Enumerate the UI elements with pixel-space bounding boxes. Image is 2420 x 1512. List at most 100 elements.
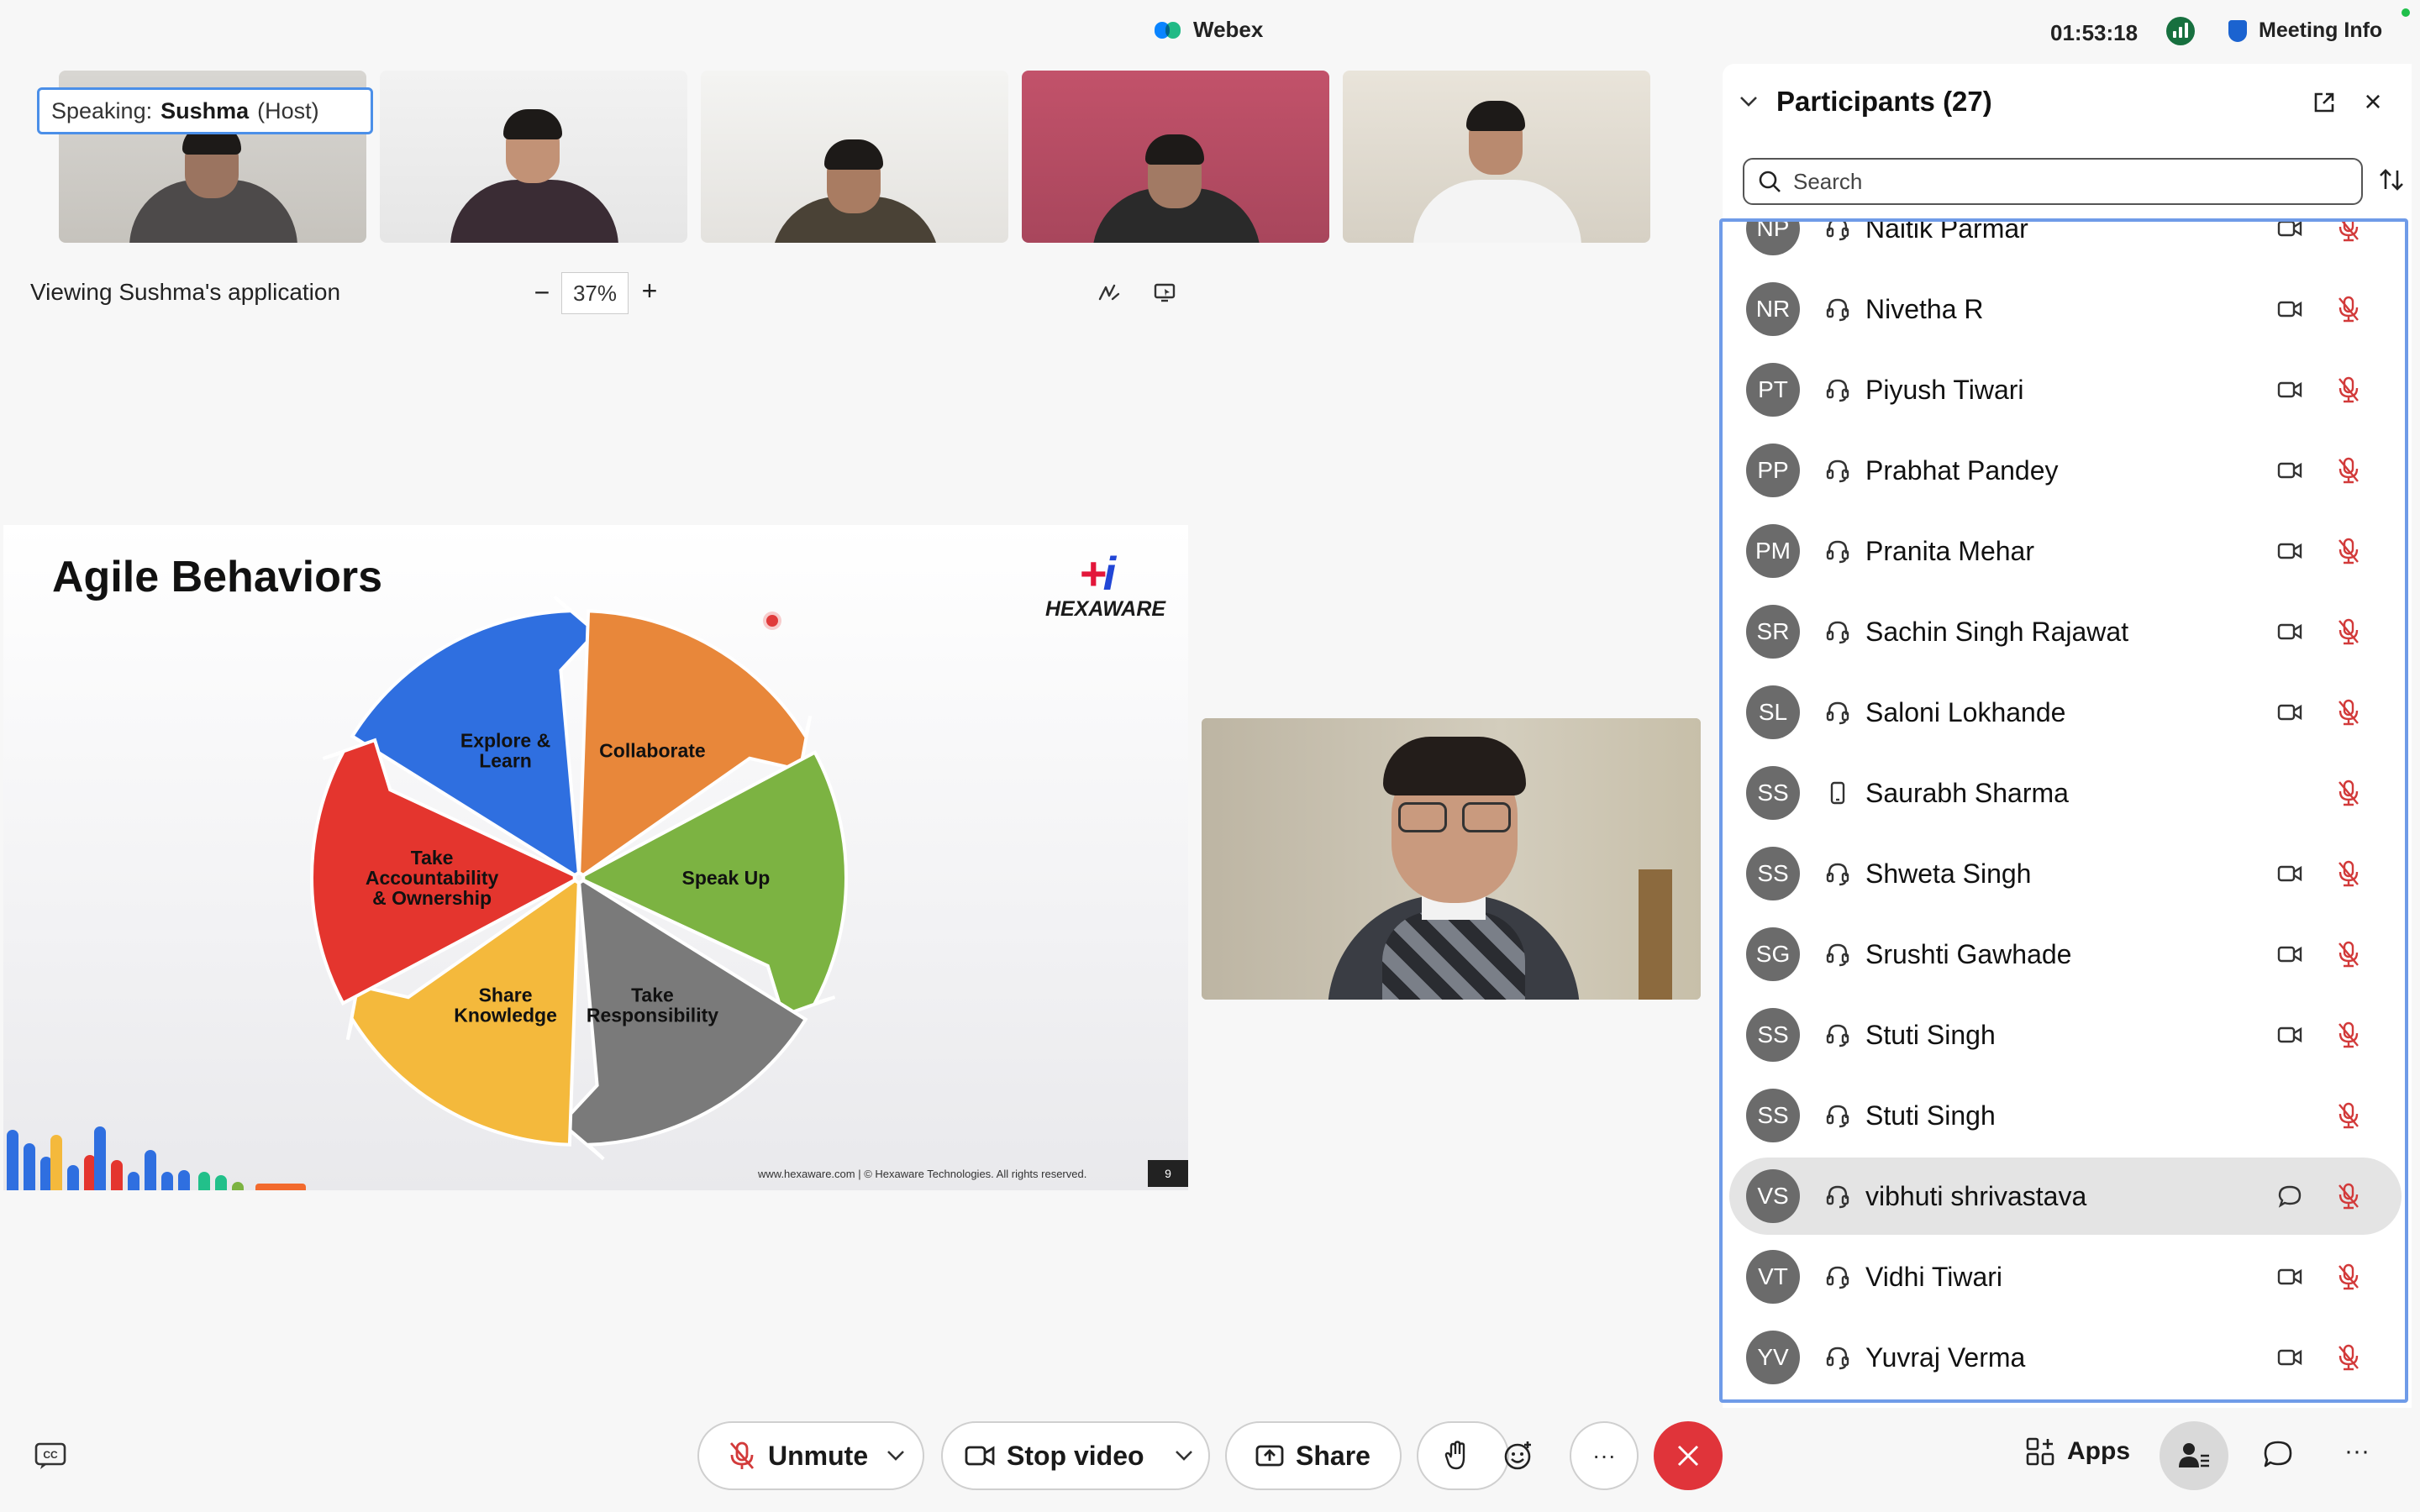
participant-row[interactable]: YV Yuvraj Verma [1729, 1319, 2402, 1396]
participant-row[interactable]: SS Stuti Singh [1729, 1077, 2402, 1154]
sort-icon[interactable] [2375, 163, 2408, 197]
speaker-name: Sushma [160, 97, 250, 123]
participant-row[interactable]: PP Prabhat Pandey [1729, 432, 2402, 509]
participant-row[interactable]: SS Saurabh Sharma [1729, 754, 2402, 832]
leave-meeting-button[interactable] [1654, 1421, 1723, 1490]
headset-icon [1823, 859, 1852, 888]
wheel-segment-label: Speak Up [681, 867, 770, 889]
muted-mic-icon[interactable] [2334, 1182, 2363, 1210]
meeting-timer: 01:53:18 [2050, 20, 2139, 45]
avatar: PT [1746, 363, 1800, 417]
headset-icon [1823, 222, 1852, 243]
muted-mic-icon[interactable] [2334, 698, 2363, 727]
participant-row[interactable]: SR Sachin Singh Rajawat [1729, 593, 2402, 670]
app-title-text: Webex [1193, 17, 1264, 42]
raise-hand-icon[interactable] [1435, 1434, 1479, 1478]
participant-name: Stuti Singh [1865, 1019, 1996, 1050]
participant-name: Naitik Parmar [1865, 218, 2028, 244]
avatar: SL [1746, 685, 1800, 739]
more-icon[interactable]: ··· [2336, 1433, 2378, 1475]
share-button[interactable]: Share [1225, 1421, 1402, 1490]
participant-row[interactable]: PM Pranita Mehar [1729, 512, 2402, 590]
chevron-down-icon[interactable] [1175, 1450, 1193, 1462]
title-bar: Webex 01:53:18 Meeting Info [0, 0, 2420, 64]
apps-button[interactable]: Apps [2025, 1436, 2130, 1467]
search-icon [1759, 171, 1781, 192]
meeting-info-label: Meeting Info [2259, 18, 2383, 42]
video-camera-icon [2275, 295, 2304, 323]
close-icon [1677, 1445, 1699, 1467]
participant-name: Saurabh Sharma [1865, 777, 2069, 808]
chat-icon[interactable] [2275, 1182, 2304, 1210]
self-video[interactable] [1202, 718, 1701, 1000]
muted-mic-icon[interactable] [2334, 537, 2363, 565]
chevron-down-icon[interactable] [1739, 92, 1758, 111]
participant-search[interactable] [1743, 158, 2363, 205]
zoom-level[interactable]: 37% [561, 272, 629, 314]
slide-footer: www.hexaware.com | © Hexaware Technologi… [758, 1168, 1087, 1180]
participant-row[interactable]: SG Srushti Gawhade [1729, 916, 2402, 993]
muted-mic-icon[interactable] [2334, 940, 2363, 969]
participants-list[interactable]: NP Naitik Parmar NR Nivetha R PT Piyush Tiwar… [1719, 218, 2408, 1403]
muted-mic-icon[interactable] [2334, 1263, 2363, 1291]
meeting-info-button[interactable]: Meeting Info [2228, 18, 2382, 43]
participant-name: Prabhat Pandey [1865, 454, 2059, 486]
apps-label: Apps [2067, 1437, 2130, 1465]
close-icon[interactable]: × [2360, 87, 2386, 117]
video-camera-icon [2275, 1343, 2304, 1372]
muted-mic-icon[interactable] [2334, 617, 2363, 646]
participant-video-thumbnail[interactable] [1343, 71, 1650, 243]
avatar: NR [1746, 282, 1800, 336]
search-input[interactable] [1793, 168, 2331, 195]
muted-mic-icon[interactable] [2334, 1101, 2363, 1130]
participant-video-thumbnail[interactable] [701, 71, 1008, 243]
participant-video-thumbnail[interactable] [380, 71, 687, 243]
avatar: SS [1746, 1089, 1800, 1142]
muted-mic-icon[interactable] [2334, 859, 2363, 888]
muted-mic-icon[interactable] [2334, 456, 2363, 485]
closed-captions-icon[interactable]: CC [34, 1441, 67, 1470]
participant-row[interactable]: NR Nivetha R [1729, 270, 2402, 348]
participant-name: Saloni Lokhande [1865, 696, 2066, 727]
annotate-icon[interactable] [1096, 281, 1123, 304]
participant-row[interactable]: PT Piyush Tiwari [1729, 351, 2402, 428]
zoom-out-button[interactable]: − [531, 277, 553, 308]
participant-video-thumbnail[interactable] [1022, 71, 1329, 243]
muted-mic-icon[interactable] [2334, 375, 2363, 404]
video-camera-icon [2275, 698, 2304, 727]
participant-row[interactable]: VS vibhuti shrivastava [1729, 1158, 2402, 1235]
headset-icon [1823, 1263, 1852, 1291]
participants-header: Participants (27) [1739, 86, 1992, 118]
video-camera-icon [2275, 1263, 2304, 1291]
zoom-in-button[interactable]: + [639, 276, 660, 307]
avatar: SS [1746, 847, 1800, 900]
stop-video-button[interactable]: Stop video [941, 1421, 1210, 1490]
muted-mic-icon[interactable] [2334, 1343, 2363, 1372]
participants-toggle-button[interactable] [2160, 1421, 2228, 1490]
network-health-icon[interactable] [2166, 17, 2195, 45]
participant-row[interactable]: SS Shweta Singh [1729, 835, 2402, 912]
apps-grid-icon [2026, 1437, 2054, 1466]
chat-icon[interactable] [2257, 1433, 2299, 1475]
chevron-down-icon[interactable] [886, 1450, 905, 1462]
video-camera-icon [2275, 940, 2304, 969]
participant-row[interactable]: SS Stuti Singh [1729, 996, 2402, 1074]
participant-row[interactable]: VT Vidhi Tiwari [1729, 1238, 2402, 1315]
meeting-controls: CC Unmute Stop video Share ··· Apps ··· [0, 1411, 2420, 1512]
avatar: PP [1746, 444, 1800, 497]
participant-row[interactable]: SL Saloni Lokhande [1729, 674, 2402, 751]
muted-mic-icon[interactable] [2334, 295, 2363, 323]
stop-video-label: Stop video [1007, 1440, 1144, 1471]
remote-control-icon[interactable] [1151, 281, 1178, 304]
unmute-button[interactable]: Unmute [697, 1421, 924, 1490]
video-camera-icon [2275, 859, 2304, 888]
more-options-button[interactable]: ··· [1570, 1421, 1639, 1490]
reactions-emoji-icon[interactable] [1484, 1421, 1553, 1490]
muted-mic-icon[interactable] [2334, 1021, 2363, 1049]
muted-mic-icon[interactable] [2334, 779, 2363, 807]
unmute-label: Unmute [768, 1440, 869, 1471]
muted-mic-icon[interactable] [2334, 222, 2363, 243]
video-camera-icon [2275, 222, 2304, 243]
participant-row[interactable]: NP Naitik Parmar [1729, 218, 2402, 267]
popout-icon[interactable] [2311, 89, 2338, 116]
